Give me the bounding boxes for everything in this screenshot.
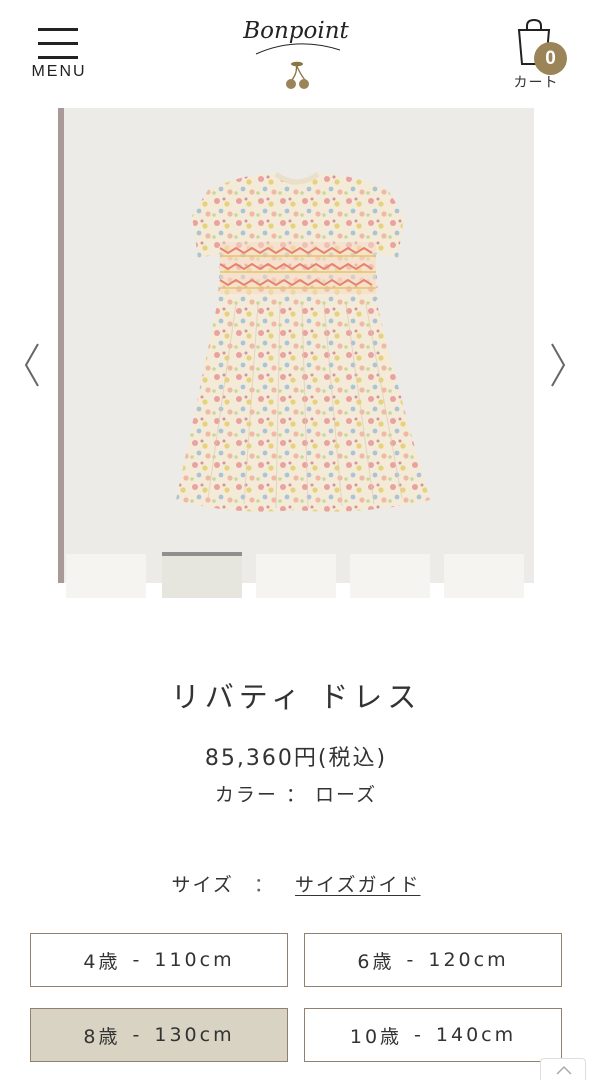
size-label: サイズ xyxy=(171,874,234,896)
cherry-icon xyxy=(255,43,341,89)
gallery-edge-divider xyxy=(58,108,64,583)
thumbnail-1[interactable] xyxy=(66,554,146,598)
size-option-4[interactable]: 4歳 - 110cm xyxy=(30,933,288,987)
hamburger-icon xyxy=(38,28,78,60)
size-guide-link[interactable]: サイズガイド xyxy=(295,874,420,896)
size-option-10[interactable]: 10歳 - 140cm xyxy=(304,1008,562,1062)
cart-button[interactable]: 0 カート xyxy=(500,16,572,92)
size-option-6[interactable]: 6歳 - 120cm xyxy=(304,933,562,987)
color-value: ローズ xyxy=(315,784,378,806)
product-photo-dress xyxy=(176,171,430,512)
menu-label: MENU xyxy=(31,63,87,80)
size-height: 130cm xyxy=(154,1024,235,1046)
size-age: 4歳 xyxy=(83,950,121,973)
size-age: 8歳 xyxy=(83,1025,121,1048)
thumbnail-strip xyxy=(66,552,526,600)
color-info: カラー ： ローズ xyxy=(0,780,592,807)
next-image-arrow-icon[interactable] xyxy=(542,340,572,390)
menu-button[interactable]: MENU xyxy=(28,26,90,82)
size-height: 140cm xyxy=(435,1024,517,1046)
size-separator: ： xyxy=(253,874,275,896)
product-price: 85,360円(税込) xyxy=(204,746,388,771)
size-height: 120cm xyxy=(428,949,509,971)
thumbnail-5[interactable] xyxy=(444,554,524,598)
brand-logo[interactable]: Bonpoint xyxy=(236,14,356,94)
scroll-to-top-button[interactable] xyxy=(540,1058,586,1080)
cart-count-badge: 0 xyxy=(534,42,567,75)
product-image-carousel[interactable] xyxy=(58,108,534,583)
color-separator: ： xyxy=(285,784,307,806)
size-dash: - xyxy=(414,1024,424,1046)
cart-label: カート xyxy=(513,75,559,91)
size-option-8[interactable]: 8歳 - 130cm xyxy=(30,1008,288,1062)
size-dash: - xyxy=(406,949,417,971)
size-dash: - xyxy=(132,1024,143,1046)
thumbnail-4[interactable] xyxy=(350,554,430,598)
size-age: 10歳 xyxy=(349,1025,403,1048)
product-title: リバティ ドレス xyxy=(170,680,422,714)
size-dash: - xyxy=(132,949,143,971)
header: MENU Bonpoint 0 カート xyxy=(0,0,592,100)
chevron-up-icon xyxy=(556,1065,572,1075)
size-info: サイズ ： サイズガイド xyxy=(0,870,592,897)
previous-image-arrow-icon[interactable] xyxy=(18,340,48,390)
size-height: 110cm xyxy=(154,949,235,971)
size-age: 6歳 xyxy=(357,950,395,973)
thumbnail-2[interactable] xyxy=(162,552,242,598)
thumbnail-3[interactable] xyxy=(256,554,336,598)
color-label: カラー xyxy=(214,784,278,806)
